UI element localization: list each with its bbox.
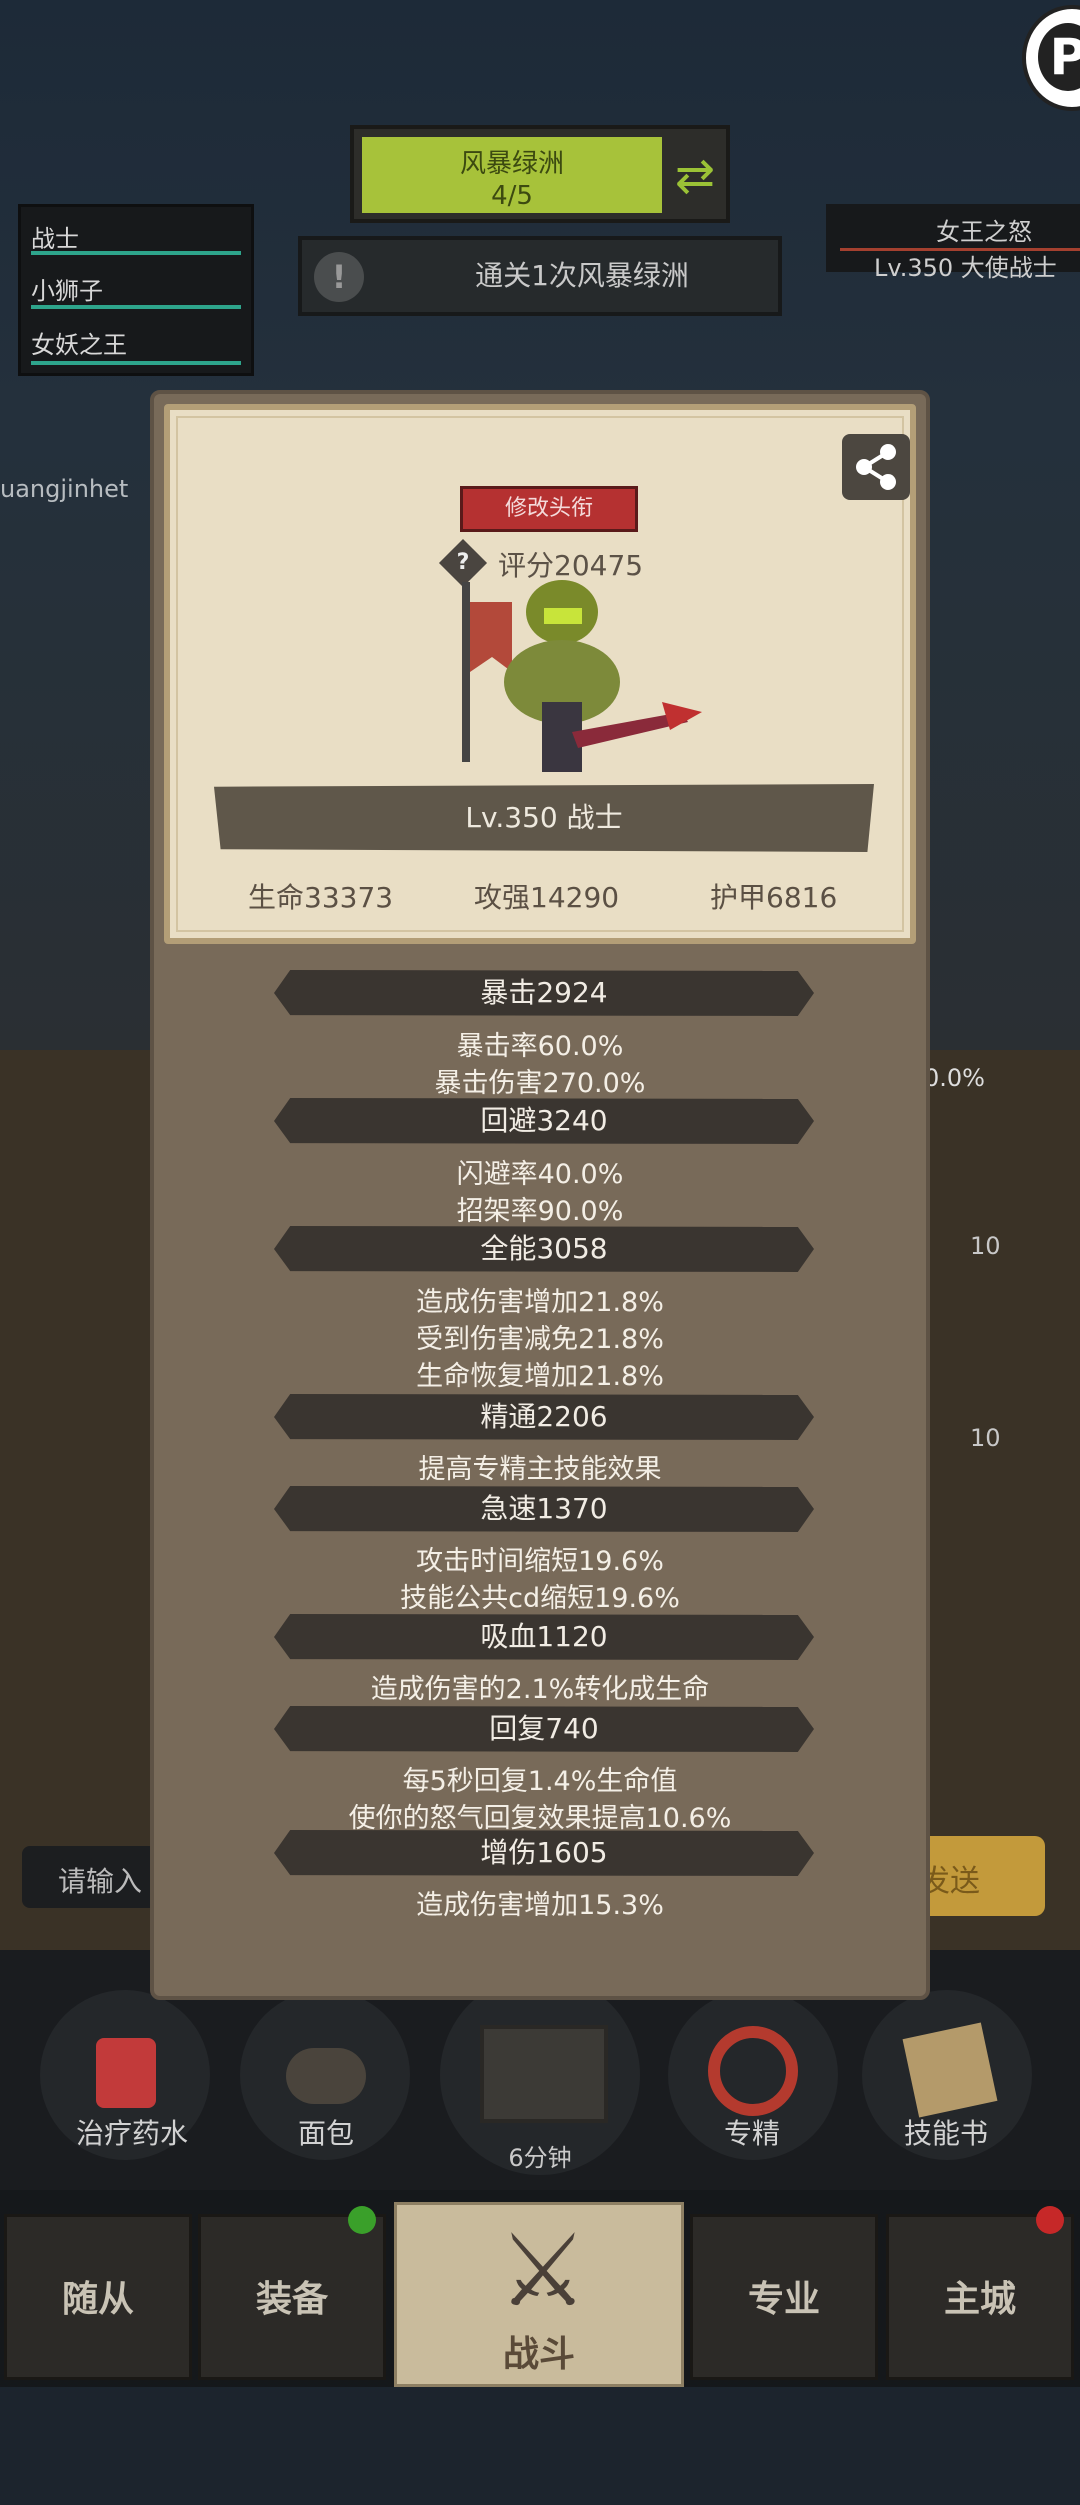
section-header: 回避3240 <box>274 1098 814 1144</box>
section-line: 使你的怒气回复效果提高10.6% <box>348 1803 732 1834</box>
tab-label: 随从 <box>61 2279 134 2320</box>
chest-timer: 6分钟 <box>508 2144 572 2172</box>
skill-label: 技能书 <box>903 2117 988 2150</box>
section-header: 急速1370 <box>274 1486 814 1532</box>
section-title: 急速1370 <box>480 1492 608 1525</box>
send-button[interactable]: 发送 <box>920 1836 1045 1916</box>
section-line: 造成伤害增加21.8% <box>416 1287 664 1318</box>
edit-title-button[interactable]: 修改头衔 <box>460 486 638 532</box>
stage-info[interactable]: 风暴绿洲 4/5 <box>362 137 662 213</box>
quest-text: 通关1次风暴绿洲 <box>475 259 689 292</box>
side-percent: 0.0% <box>924 1064 985 1092</box>
section-title: 增伤1605 <box>480 1836 608 1869</box>
chat-placeholder: 请输入 <box>58 1865 143 1898</box>
potion-icon <box>96 2038 156 2108</box>
party-hp-bar <box>31 361 241 365</box>
chat-input[interactable]: 请输入 <box>22 1846 157 1908</box>
character-detail-popup: 修改头衔 ? 评分20475 Lv.350 战士 生命33373 攻强14290… <box>150 390 930 2000</box>
stage-progress: 4/5 <box>491 181 533 211</box>
section-line: 提高专精主技能效果 <box>418 1454 662 1485</box>
slot-count: 10 <box>970 1424 1001 1452</box>
section-title: 暴击2924 <box>480 976 608 1009</box>
section-line: 招架率90.0% <box>456 1196 624 1227</box>
corner-logo-icon: P <box>1038 23 1080 91</box>
level-bar: Lv.350 战士 <box>214 784 874 852</box>
section-header: 增伤1605 <box>274 1830 814 1876</box>
enemy-level: Lv.350 大使战士 <box>874 254 1057 282</box>
stat-hp: 生命33373 <box>248 881 394 914</box>
notification-badge <box>1036 2206 1064 2234</box>
section-header: 全能3058 <box>274 1226 814 1272</box>
tab-followers[interactable]: 随从 <box>4 2214 192 2380</box>
character-avatar <box>462 580 702 772</box>
share-button[interactable] <box>842 434 910 500</box>
party-list: 战士 小狮子 女妖之王 <box>18 204 254 376</box>
section-title: 回避3240 <box>480 1104 608 1137</box>
tab-main-city[interactable]: 主城 <box>886 2214 1074 2380</box>
slot-count: 10 <box>970 1232 1001 1260</box>
specialization-icon <box>708 2026 798 2116</box>
skill-book-icon <box>902 2022 998 2118</box>
section-title: 精通2206 <box>480 1400 608 1433</box>
party-hp-bar <box>31 251 241 255</box>
section-header: 精通2206 <box>274 1394 814 1440</box>
bread-icon <box>286 2048 366 2104</box>
tab-profession[interactable]: 专业 <box>690 2214 878 2380</box>
skill-label: 专精 <box>723 2117 780 2150</box>
quest-panel[interactable]: ! 通关1次风暴绿洲 <box>298 236 782 316</box>
section-line: 技能公共cd缩短19.6% <box>400 1583 680 1614</box>
skill-label: 面包 <box>297 2117 354 2150</box>
section-line: 闪避率40.0% <box>456 1159 624 1190</box>
notification-badge <box>348 2206 376 2234</box>
stat-armor: 护甲6816 <box>710 881 838 914</box>
share-icon <box>856 444 896 490</box>
character-card: 修改头衔 ? 评分20475 Lv.350 战士 生命33373 攻强14290… <box>164 404 916 944</box>
section-line: 受到伤害减免21.8% <box>416 1324 664 1355</box>
party-member[interactable]: 小狮子 <box>31 271 251 306</box>
section-line: 攻击时间缩短19.6% <box>416 1546 664 1577</box>
tab-label: 主城 <box>943 2279 1016 2320</box>
party-member[interactable]: 战士 <box>31 219 251 254</box>
section-line: 暴击率60.0% <box>456 1031 624 1062</box>
section-title: 回复740 <box>489 1712 599 1745</box>
section-title: 吸血1120 <box>480 1620 608 1653</box>
swap-stage-icon[interactable]: ⇄ <box>670 141 720 211</box>
enemy-panel: 女王之怒 Lv.350 大使战士 <box>826 204 1080 282</box>
tab-label: 战斗 <box>502 2334 575 2375</box>
section-line: 暴击伤害270.0% <box>434 1068 646 1099</box>
enemy-name: 女王之怒 <box>936 218 1032 246</box>
section-header: 吸血1120 <box>274 1614 814 1660</box>
alert-icon: ! <box>314 252 364 302</box>
stage-name: 风暴绿洲 <box>459 149 564 179</box>
skill-label: 治疗药水 <box>75 2117 188 2150</box>
stat-attack: 攻强14290 <box>474 881 620 914</box>
section-line: 造成伤害的2.1%转化成生命 <box>370 1674 710 1705</box>
tab-label: 装备 <box>255 2279 328 2320</box>
section-header: 回复740 <box>274 1706 814 1752</box>
stage-header: 风暴绿洲 4/5 ⇄ <box>350 125 730 223</box>
edit-title-label: 修改头衔 <box>504 496 593 521</box>
section-title: 全能3058 <box>480 1232 608 1265</box>
tab-label: 专业 <box>747 2279 820 2320</box>
tab-battle[interactable]: ⚔ 战斗 <box>394 2202 684 2387</box>
section-header: 暴击2924 <box>274 970 814 1016</box>
section-line: 造成伤害增加15.3% <box>416 1890 664 1921</box>
chest-icon <box>480 2025 608 2123</box>
level-label: Lv.350 战士 <box>465 801 623 834</box>
party-hp-bar <box>31 305 241 309</box>
player-id: uangjinhet <box>0 475 129 503</box>
tab-equipment[interactable]: 装备 <box>198 2214 386 2380</box>
party-member[interactable]: 女妖之王 <box>31 325 251 360</box>
section-line: 每5秒回复1.4%生命值 <box>402 1766 678 1797</box>
section-line: 生命恢复增加21.8% <box>416 1361 664 1392</box>
